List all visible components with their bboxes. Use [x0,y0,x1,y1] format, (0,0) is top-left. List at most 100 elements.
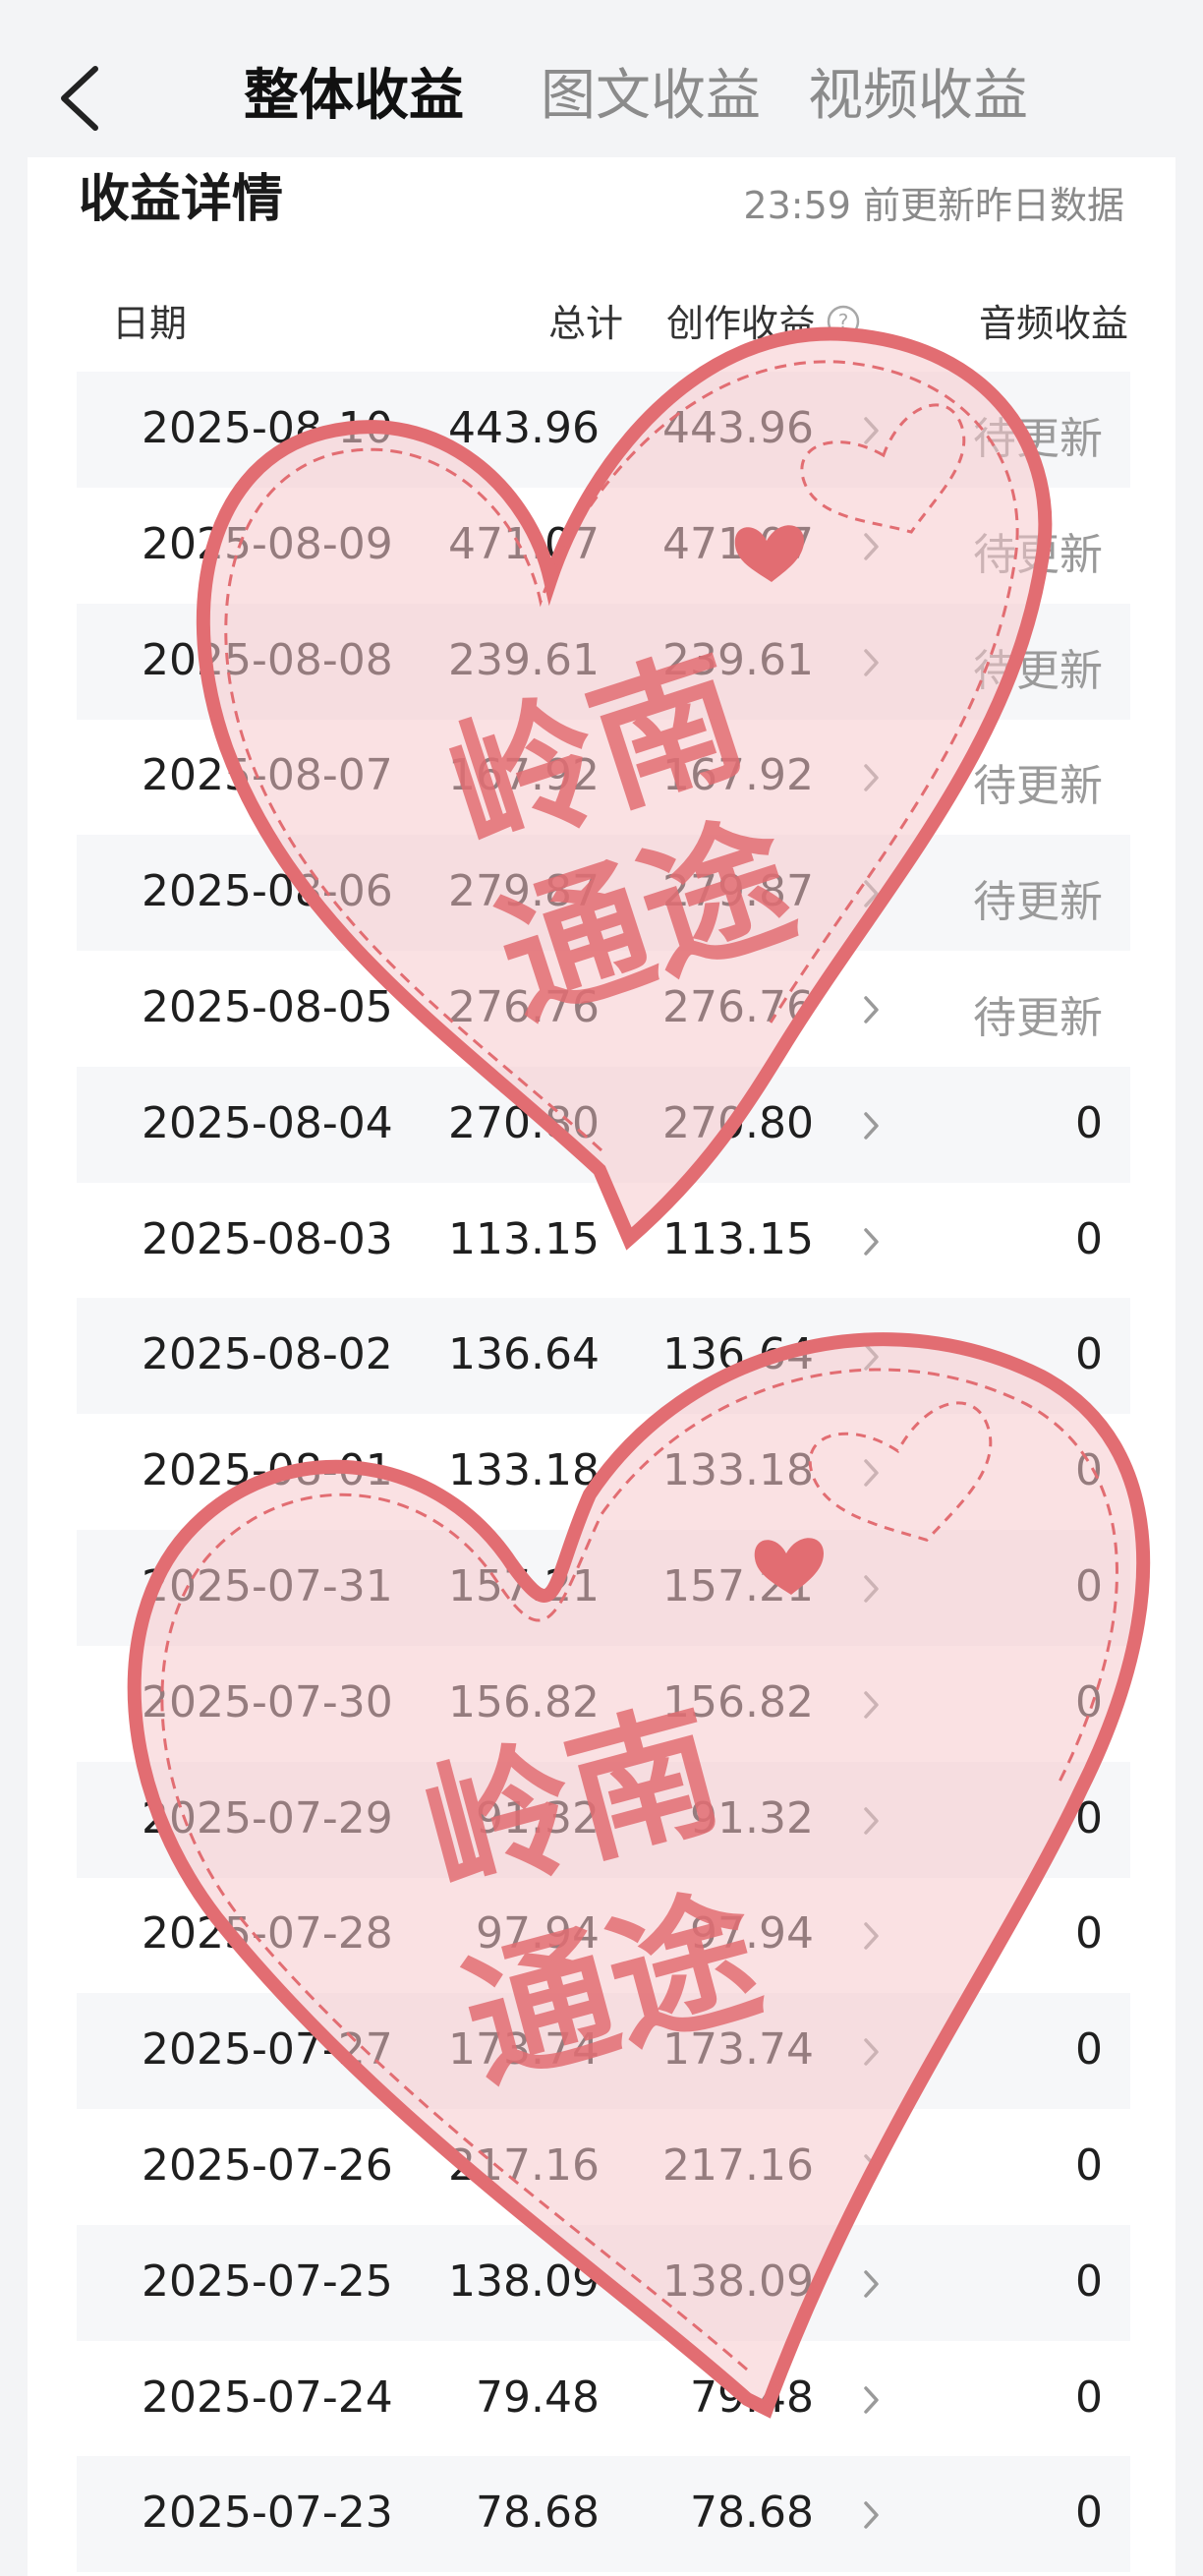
table-row[interactable]: 2025-08-03 113.15 113.15 0 [77,1183,1130,1299]
row-creation[interactable]: 279.87 [662,866,814,916]
row-audio: 待更新 [973,761,1103,812]
row-total: 78.68 [476,2488,600,2539]
row-total: 91.32 [476,1792,600,1844]
row-audio: 待更新 [973,877,1103,928]
tab-video[interactable]: 视频收益 [808,51,1028,131]
row-creation[interactable]: 443.96 [662,403,814,453]
row-creation[interactable]: 97.94 [690,1908,814,1959]
table-row[interactable]: 2025-07-26 217.16 217.16 0 [77,2109,1130,2225]
chevron-right-icon[interactable] [861,872,883,922]
row-creation[interactable]: 276.76 [662,982,814,1032]
row-total: 136.64 [448,1329,600,1380]
table-row[interactable]: 2025-07-24 79.48 79.48 0 [77,2341,1130,2457]
row-creation[interactable]: 471.07 [662,519,814,569]
row-creation[interactable]: 156.82 [662,1677,814,1727]
chevron-right-icon[interactable] [861,1335,883,1385]
col-header-total[interactable]: 总计 [548,293,623,347]
table-row[interactable]: 2025-08-01 133.18 133.18 0 [77,1414,1130,1530]
row-creation[interactable]: 133.18 [662,1445,814,1495]
table-row[interactable]: 2025-07-23 78.68 78.68 0 [77,2456,1130,2573]
table-row[interactable]: 2025-08-07 167.92 167.92 待更新 [77,719,1130,835]
row-creation[interactable]: 79.48 [690,2372,814,2423]
chevron-right-icon[interactable] [861,2146,883,2196]
chevron-right-icon[interactable] [861,1799,883,1849]
row-date: 2025-07-30 [142,1676,393,1727]
row-date: 2025-08-09 [142,518,393,569]
chevron-right-icon[interactable] [861,2378,883,2429]
row-audio: 待更新 [973,414,1103,464]
table-row[interactable]: 2025-07-29 91.32 91.32 0 [77,1761,1130,1878]
chevron-right-icon[interactable] [861,1914,883,1964]
chevron-right-icon[interactable] [861,1104,883,1154]
row-creation[interactable]: 173.74 [662,2024,814,2075]
col-header-creation-label: 创作收益 [666,302,817,345]
row-creation[interactable]: 138.09 [662,2256,814,2307]
chevron-right-icon[interactable] [861,409,883,459]
row-total: 239.61 [448,634,600,685]
row-audio: 0 [1075,2488,1103,2539]
row-creation[interactable]: 270.80 [662,1098,814,1148]
table-row[interactable]: 2025-07-31 157.21 157.21 0 [77,1530,1130,1646]
row-date: 2025-08-07 [142,750,393,801]
chevron-right-icon[interactable] [861,756,883,806]
row-date: 2025-07-23 [142,2488,393,2539]
row-audio: 0 [1075,1908,1103,1960]
row-audio: 0 [1075,2371,1103,2423]
row-creation[interactable]: 136.64 [662,1329,814,1379]
col-header-creation[interactable]: 创作收益? [666,293,861,348]
back-button[interactable] [54,59,113,138]
tab-overall[interactable]: 整体收益 [244,51,464,131]
chevron-right-icon[interactable] [861,641,883,691]
row-audio: 0 [1075,1676,1103,1727]
table-row[interactable]: 2025-08-08 239.61 239.61 待更新 [77,603,1130,720]
row-audio: 0 [1075,2140,1103,2191]
row-creation[interactable]: 78.68 [690,2488,814,2538]
col-header-date[interactable]: 日期 [112,293,187,347]
row-total: 276.76 [448,982,600,1032]
row-date: 2025-08-04 [142,1097,393,1148]
table-row[interactable]: 2025-08-04 270.80 270.80 0 [77,1066,1130,1183]
row-date: 2025-08-01 [142,1445,393,1496]
row-creation[interactable]: 167.92 [662,750,814,800]
row-audio: 待更新 [973,645,1103,696]
table-row[interactable]: 2025-08-02 136.64 136.64 0 [77,1298,1130,1415]
row-date: 2025-08-02 [142,1329,393,1380]
table-row[interactable]: 2025-07-28 97.94 97.94 0 [77,1877,1130,1993]
row-total: 133.18 [448,1445,600,1496]
row-audio: 0 [1075,1329,1103,1380]
row-total: 79.48 [476,2371,600,2423]
back-icon [61,66,98,131]
chevron-right-icon[interactable] [861,1683,883,1733]
row-creation[interactable]: 217.16 [662,2140,814,2191]
row-audio: 0 [1075,1561,1103,1611]
chevron-right-icon[interactable] [861,2493,883,2544]
help-icon[interactable]: ? [826,304,861,348]
row-creation[interactable]: 157.21 [662,1561,814,1611]
table-row[interactable]: 2025-07-27 173.74 173.74 0 [77,1993,1130,2110]
table-row[interactable]: 2025-07-25 138.09 138.09 0 [77,2224,1130,2341]
row-date: 2025-08-10 [142,403,393,453]
tab-article[interactable]: 图文收益 [541,51,761,131]
chevron-right-icon[interactable] [861,1220,883,1270]
row-date: 2025-07-28 [142,1908,393,1960]
chevron-right-icon[interactable] [861,1567,883,1617]
table-row[interactable]: 2025-08-09 471.07 471.07 待更新 [77,488,1130,604]
row-audio: 待更新 [973,993,1103,1043]
chevron-right-icon[interactable] [861,2030,883,2080]
row-audio: 0 [1075,2024,1103,2076]
chevron-right-icon[interactable] [861,1451,883,1501]
row-audio: 待更新 [973,529,1103,580]
row-total: 173.74 [448,2024,600,2076]
table-row[interactable]: 2025-08-10 443.96 443.96 待更新 [77,372,1130,488]
chevron-right-icon[interactable] [861,988,883,1038]
table-row[interactable]: 2025-08-05 276.76 276.76 待更新 [77,951,1130,1067]
table-row[interactable]: 2025-08-06 279.87 279.87 待更新 [77,835,1130,952]
col-header-audio[interactable]: 音频收益 [979,293,1128,347]
chevron-right-icon[interactable] [861,525,883,575]
row-creation[interactable]: 91.32 [690,1793,814,1844]
row-creation[interactable]: 113.15 [662,1214,814,1264]
row-total: 97.94 [476,1908,600,1960]
row-creation[interactable]: 239.61 [662,635,814,685]
chevron-right-icon[interactable] [861,2262,883,2313]
table-row[interactable]: 2025-07-30 156.82 156.82 0 [77,1646,1130,1762]
